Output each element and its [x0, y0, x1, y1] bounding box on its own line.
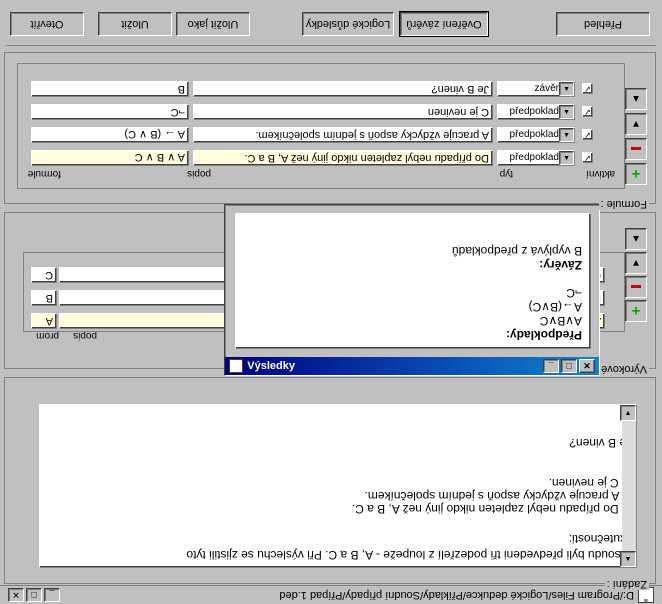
chevron-down-icon[interactable]: ▲ [559, 151, 574, 165]
formula-field[interactable]: A → (B ∨ C) [31, 127, 189, 143]
assignment-scrollbar[interactable]: ▲ ▼ [620, 405, 636, 567]
toolbar: Přehled Ověření závěrů Logické důsledky … [6, 5, 656, 46]
assignment-label: Zadání : [604, 578, 649, 590]
title-bar: ≡ D:/Program Files/Logické dedukce/Příkl… [0, 585, 662, 604]
results-line: Předpoklady: [505, 328, 582, 342]
assignment-line: K soudu byli předvedeni tři podezřelí z … [186, 548, 632, 562]
results-line: Závěry: [539, 258, 582, 272]
formula-desc-field[interactable]: C je nevinen [193, 104, 493, 120]
assignment-line: Je B vinen? [569, 436, 632, 450]
formula-active-checkbox[interactable]: ✓ [582, 152, 593, 163]
formula-desc-field[interactable]: A pracuje vždycky aspoň s jedním společn… [193, 127, 493, 143]
formula-field[interactable]: A ∨ B ∨ C [31, 150, 189, 166]
scroll-up-icon[interactable]: ▲ [620, 551, 636, 567]
overview-button[interactable]: Přehled [556, 12, 650, 36]
save-button[interactable]: Uložit [98, 12, 172, 36]
formula-desc-field[interactable]: Je B vinen? [193, 81, 493, 97]
chevron-down-icon[interactable]: ▲ [559, 128, 574, 142]
results-line: A→(B∨C) [528, 300, 582, 314]
formula-active-checkbox[interactable]: ✓ [582, 129, 593, 140]
plus-icon: + [631, 165, 641, 183]
formulas-formula-header: formule [27, 168, 61, 179]
arrow-down-icon: ▼ [631, 118, 641, 130]
minimize-icon[interactable]: _ [44, 588, 60, 602]
assignment-line: skutečnosti: [568, 532, 632, 546]
var-name-c[interactable]: C [31, 267, 57, 283]
assignment-lines: K soudu byli předvedeni tři podezřelí z … [40, 430, 636, 567]
results-line: B vyplývá z předpokladů [451, 244, 582, 258]
scroll-down-icon[interactable]: ▼ [620, 405, 636, 421]
move-formula-down-button[interactable]: ▼ [625, 113, 647, 135]
save-as-button[interactable]: Uložit jako [176, 12, 250, 36]
var-name-b[interactable]: B [31, 290, 57, 306]
formulas-type-header: typ [499, 168, 513, 179]
add-variable-button[interactable]: + [625, 300, 647, 322]
formulas-section: Formule : + ▼ ▲ aktivní typ popis formul… [4, 52, 656, 210]
formula-type-select[interactable]: ▲ předpoklad [497, 104, 575, 120]
formula-field[interactable]: ¬C [31, 104, 189, 120]
remove-variable-button[interactable] [625, 276, 647, 298]
move-variable-up-button[interactable]: ▲ [625, 228, 647, 250]
formula-type-select[interactable]: ▲ předpoklad [497, 150, 575, 166]
results-close-icon[interactable]: ✕ [579, 359, 595, 373]
var-name-a[interactable]: A [31, 313, 57, 329]
assignment-text[interactable]: K soudu byli předvedeni tři podezřelí z … [39, 404, 637, 568]
assignment-line [44, 463, 632, 476]
results-titlebar: ✕ □ _ Výsledky [225, 357, 599, 375]
assignment-section: Zadání : K soudu byli předvedeni tři pod… [4, 377, 656, 590]
move-formula-up-button[interactable]: ▲ [625, 88, 647, 110]
arrow-down-icon: ▼ [631, 257, 641, 269]
minus-icon [631, 285, 641, 289]
maximize-icon[interactable]: □ [26, 588, 42, 602]
formula-active-checkbox[interactable]: ✓ [582, 83, 593, 94]
formula-type-select[interactable]: ▲ předpoklad [497, 127, 575, 143]
formulas-desc-header: popis [187, 168, 211, 179]
results-title: Výsledky [247, 360, 295, 372]
arrow-up-icon: ▲ [631, 233, 641, 245]
logical-consequences-button[interactable]: Logické důsledky [302, 12, 394, 36]
assignment-line: 3. C je nevinen. [548, 476, 632, 490]
formula-type-select[interactable]: ▲ závěr [497, 81, 575, 97]
close-icon[interactable]: ✕ [8, 588, 24, 602]
assignment-line: 1. Do případu nebyl zapleten nikdo jiný … [351, 502, 632, 516]
chevron-down-icon[interactable]: ▲ [559, 82, 574, 96]
formula-desc-field[interactable]: Do případu nebyl zapleten nikdo jiný než… [193, 150, 493, 166]
window-path: D:/Program Files/Logické dedukce/Příklad… [279, 589, 634, 601]
variables-var-header: prom [36, 330, 59, 341]
formulas-active-header: aktivní [586, 168, 615, 179]
formula-field[interactable]: B [31, 81, 189, 97]
minus-icon [631, 147, 641, 151]
results-window: ✕ □ _ Výsledky Předpoklady: A∨B∨C A→(B∨C… [224, 204, 600, 376]
results-line: ¬C [566, 286, 582, 300]
results-text[interactable]: Předpoklady: A∨B∨C A→(B∨C) ¬C Závěry: B … [235, 213, 591, 349]
formula-active-checkbox[interactable]: ✓ [582, 106, 593, 117]
open-button[interactable]: Otevřít [10, 12, 84, 36]
add-formula-button[interactable]: + [625, 163, 647, 185]
variables-desc-header: popis [73, 330, 97, 341]
move-variable-down-button[interactable]: ▼ [625, 252, 647, 274]
remove-formula-button[interactable] [625, 138, 647, 160]
chevron-down-icon[interactable]: ▲ [559, 105, 574, 119]
arrow-up-icon: ▲ [631, 93, 641, 105]
assignment-line: 2. A pracuje vždycky aspoň s jedním spol… [364, 489, 632, 503]
results-line: A∨B∨C [539, 314, 582, 328]
plus-icon: + [631, 302, 641, 320]
main-window: ≡ D:/Program Files/Logické dedukce/Příkl… [0, 0, 662, 604]
formulas-label: Formule : [598, 198, 649, 210]
results-app-icon [229, 359, 243, 373]
results-maximize-icon[interactable]: □ [561, 359, 577, 373]
verify-conclusions-button[interactable]: Ověření závěrů [399, 11, 489, 37]
results-line [244, 272, 582, 286]
results-minimize-icon[interactable]: _ [543, 359, 559, 373]
